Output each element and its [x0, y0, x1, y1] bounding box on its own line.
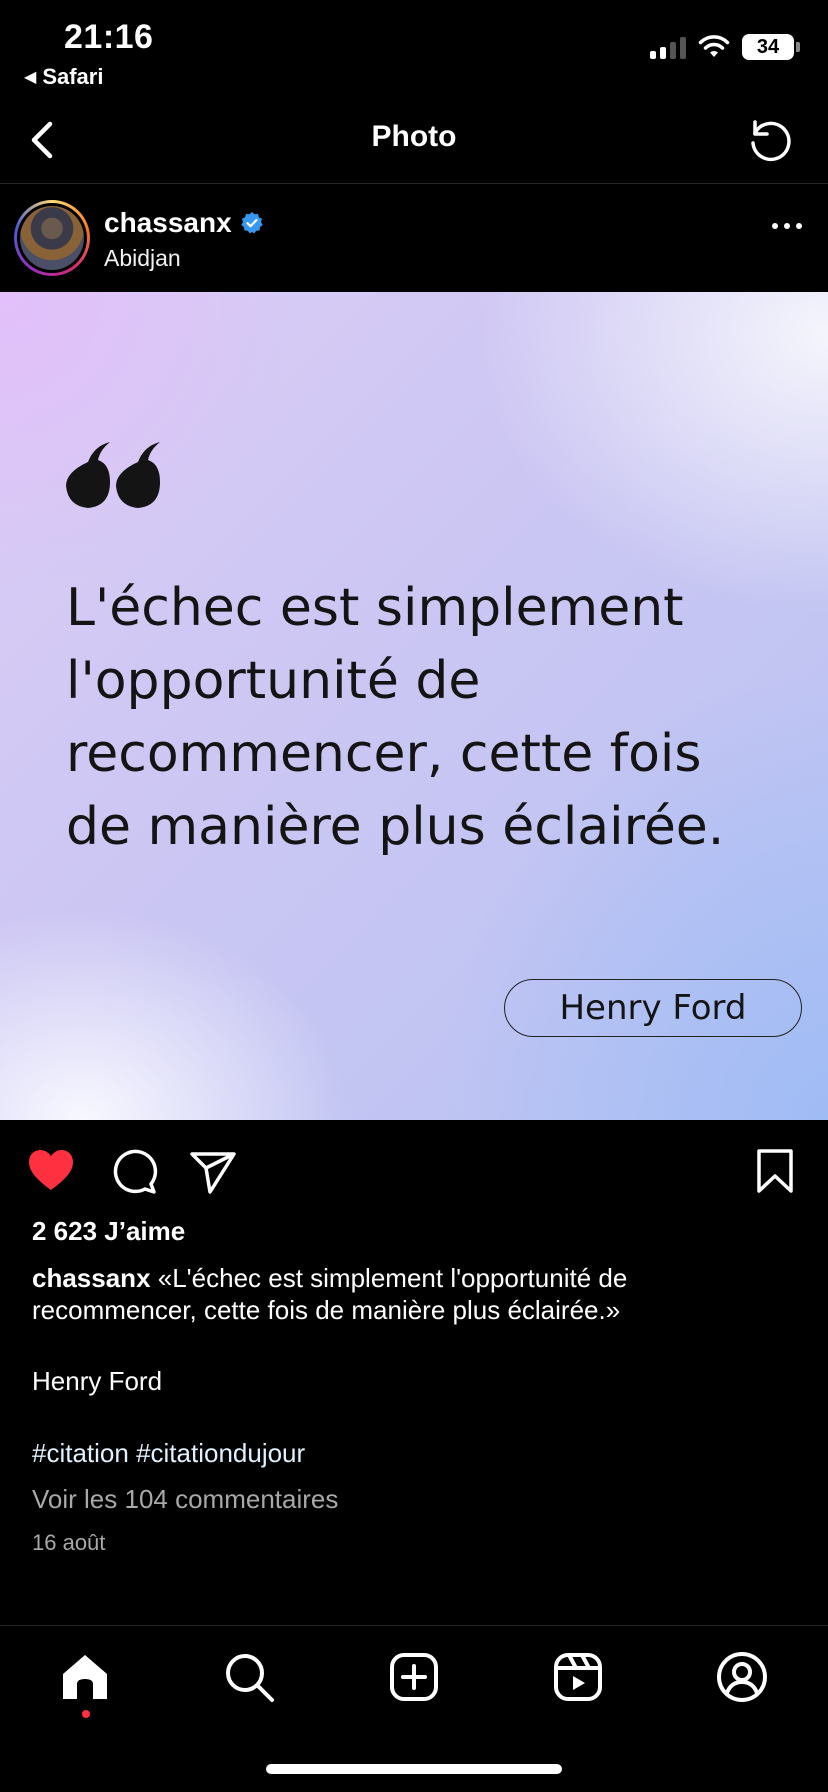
avatar[interactable] — [14, 200, 90, 276]
status-bar: 21:16 ◀ Safari 34 — [0, 0, 828, 96]
battery-icon: 34 — [742, 34, 800, 60]
home-indicator[interactable] — [266, 1764, 562, 1774]
search-icon[interactable] — [222, 1650, 276, 1704]
back-app-label: Safari — [42, 64, 104, 89]
caption-hashtags[interactable]: #citation #citationdujour — [32, 1438, 305, 1469]
notification-dot — [82, 1710, 90, 1718]
post-header: chassanx Abidjan — [0, 185, 828, 291]
status-indicators: 34 — [650, 34, 800, 60]
back-to-app-link[interactable]: ◀ Safari — [24, 64, 103, 90]
wifi-icon — [698, 35, 730, 57]
cellular-signal-icon — [650, 35, 686, 59]
status-time: 21:16 — [64, 18, 154, 56]
post-actions — [0, 1140, 828, 1204]
view-comments-link[interactable]: Voir les 104 commentaires — [32, 1484, 338, 1515]
quote-author-pill: Henry Ford — [504, 979, 802, 1037]
caption-author: Henry Ford — [32, 1366, 163, 1396]
home-icon[interactable] — [58, 1650, 112, 1704]
like-count[interactable]: 2 623 J’aime — [32, 1216, 185, 1247]
profile-icon[interactable] — [715, 1650, 769, 1704]
heart-filled-icon[interactable] — [26, 1146, 76, 1196]
username-row: chassanx — [104, 207, 264, 239]
post-date: 16 août — [32, 1530, 106, 1555]
top-navigation: Photo — [0, 96, 828, 184]
page-title: Photo — [371, 120, 457, 153]
profile-photo — [20, 206, 84, 270]
post-username[interactable]: chassanx — [104, 207, 232, 239]
caption-username[interactable]: chassanx — [32, 1263, 151, 1293]
refresh-icon[interactable] — [744, 116, 794, 166]
post-image[interactable]: L'échec est simplement l'opportunité de … — [0, 292, 828, 1120]
bookmark-icon[interactable] — [750, 1146, 800, 1196]
back-triangle-icon: ◀ — [24, 69, 37, 86]
comment-icon[interactable] — [108, 1146, 158, 1196]
more-horizontal-icon[interactable] — [772, 223, 802, 229]
post-caption: chassanx «L'échec est simplement l'oppor… — [32, 1262, 792, 1326]
send-icon[interactable] — [188, 1146, 238, 1196]
verified-badge-icon — [240, 212, 263, 234]
post-location[interactable]: Abidjan — [104, 245, 181, 272]
quotation-mark-icon — [66, 442, 160, 508]
create-icon[interactable] — [387, 1650, 441, 1704]
reels-icon[interactable] — [551, 1650, 605, 1704]
quote-text: L'échec est simplement l'opportunité de … — [66, 578, 725, 857]
